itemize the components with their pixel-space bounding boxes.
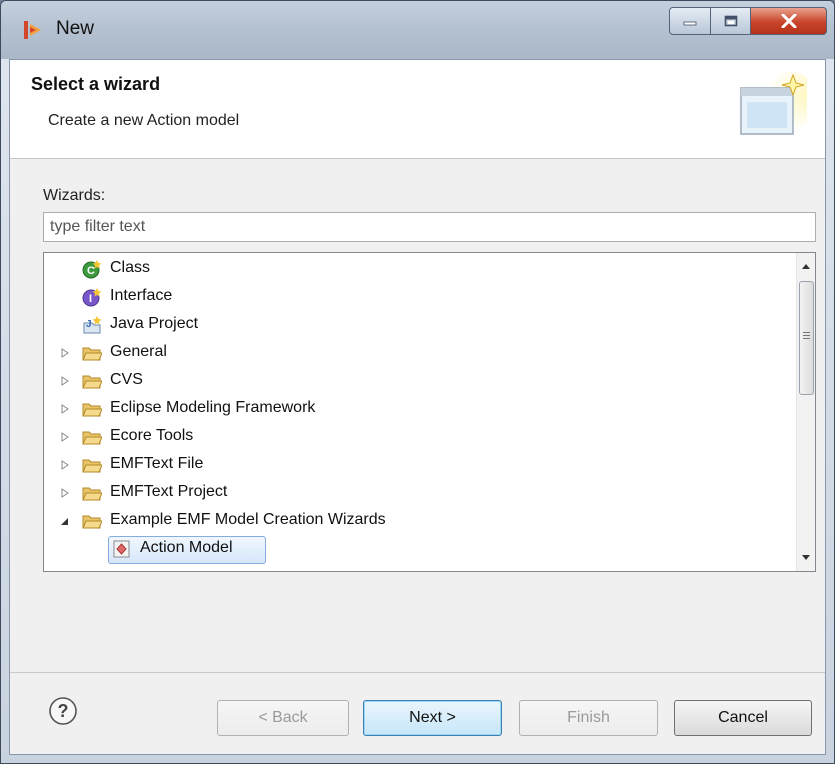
tree-item-interface[interactable]: I Interface (44, 283, 794, 311)
expand-arrow-icon[interactable] (60, 487, 70, 499)
next-button[interactable]: Next > (363, 700, 502, 736)
scroll-up-button[interactable] (797, 257, 815, 275)
svg-text:I: I (89, 293, 92, 305)
tree-item-label: EMFText Project (110, 483, 228, 500)
action-model-icon (113, 540, 130, 558)
expand-arrow-icon[interactable] (60, 403, 70, 415)
tree-item-java-project[interactable]: J Java Project (44, 311, 794, 339)
scroll-thumb[interactable] (799, 281, 814, 395)
tree-item-general[interactable]: General (44, 339, 794, 367)
vertical-scrollbar[interactable] (796, 253, 815, 571)
java-project-icon: J (83, 316, 102, 334)
wizard-tree[interactable]: C Class I Interface J Java Project Gener… (43, 252, 816, 572)
tree-item-label: Example EMF Model Creation Wizards (110, 511, 386, 528)
help-icon[interactable]: ? (48, 696, 78, 726)
page-description: Create a new Action model (48, 112, 240, 129)
window-title: New (56, 18, 95, 39)
tree-item-action-model[interactable]: Action Model (44, 536, 794, 564)
tree-item-ecore-tools[interactable]: Ecore Tools (44, 423, 794, 451)
tree-item-label: Ecore Tools (110, 427, 194, 444)
tree-item-eclipse-modeling-framework[interactable]: Eclipse Modeling Framework (44, 395, 794, 423)
expand-arrow-icon[interactable] (60, 431, 70, 443)
tree-item-label: Java Project (110, 315, 199, 332)
tree-item-cvs[interactable]: CVS (44, 367, 794, 395)
java-interface-icon: I (82, 288, 102, 307)
thumb-grip-icon (803, 332, 810, 333)
tree-item-label: Eclipse Modeling Framework (110, 399, 316, 416)
tree-item-label: General (110, 343, 167, 360)
folder-icon (82, 431, 102, 445)
eclipse-app-icon (24, 21, 41, 39)
back-button[interactable]: < Back (217, 700, 349, 736)
dialog-client-area: Select a wizard Create a new Action mode… (9, 59, 826, 755)
svg-text:J: J (86, 319, 92, 330)
folder-icon (82, 459, 102, 473)
tree-item-emftext-project[interactable]: EMFText Project (44, 479, 794, 507)
expand-arrow-icon[interactable] (60, 375, 70, 387)
close-button[interactable] (751, 7, 827, 35)
tree-item-label: EMFText File (110, 455, 204, 472)
maximize-button[interactable] (711, 7, 751, 35)
folder-icon (82, 347, 102, 361)
scroll-down-button[interactable] (797, 549, 815, 567)
finish-button[interactable]: Finish (519, 700, 658, 736)
folder-icon (82, 403, 102, 417)
svg-text:C: C (87, 265, 95, 277)
tree-item-label: Action Model (140, 539, 233, 556)
title-bar[interactable]: New (1, 1, 834, 59)
tree-item-label: Class (110, 259, 151, 276)
page-title: Select a wizard (31, 74, 161, 94)
svg-text:?: ? (58, 701, 69, 721)
folder-icon (82, 375, 102, 389)
collapse-arrow-icon[interactable] (59, 515, 69, 527)
tree-item-emftext-file[interactable]: EMFText File (44, 451, 794, 479)
filter-input[interactable] (43, 212, 816, 242)
scroll-up-icon (802, 264, 810, 269)
cancel-button[interactable]: Cancel (674, 700, 812, 736)
scroll-down-icon (802, 555, 810, 560)
tree-item-example-emf-model-creation-wizards[interactable]: Example EMF Model Creation Wizards (44, 507, 794, 535)
new-wizard-window: New Select a wizard Create a new Action … (0, 0, 835, 764)
java-class-icon: C (82, 260, 102, 279)
folder-icon (82, 515, 102, 529)
new-wizard-banner-icon (740, 72, 807, 135)
expand-arrow-icon[interactable] (60, 459, 70, 471)
wizards-label: Wizards: (43, 187, 106, 204)
footer-divider (10, 672, 825, 673)
wizard-header: Select a wizard Create a new Action mode… (10, 60, 825, 159)
tree-item-class[interactable]: C Class (44, 255, 794, 283)
close-icon (781, 14, 796, 28)
tree-item-label: Interface (110, 287, 173, 304)
tree-item-label: CVS (110, 371, 143, 388)
folder-icon (82, 487, 102, 501)
expand-arrow-icon[interactable] (60, 347, 70, 359)
minimize-icon (683, 21, 697, 26)
minimize-button[interactable] (669, 7, 711, 35)
maximize-icon (724, 15, 737, 27)
